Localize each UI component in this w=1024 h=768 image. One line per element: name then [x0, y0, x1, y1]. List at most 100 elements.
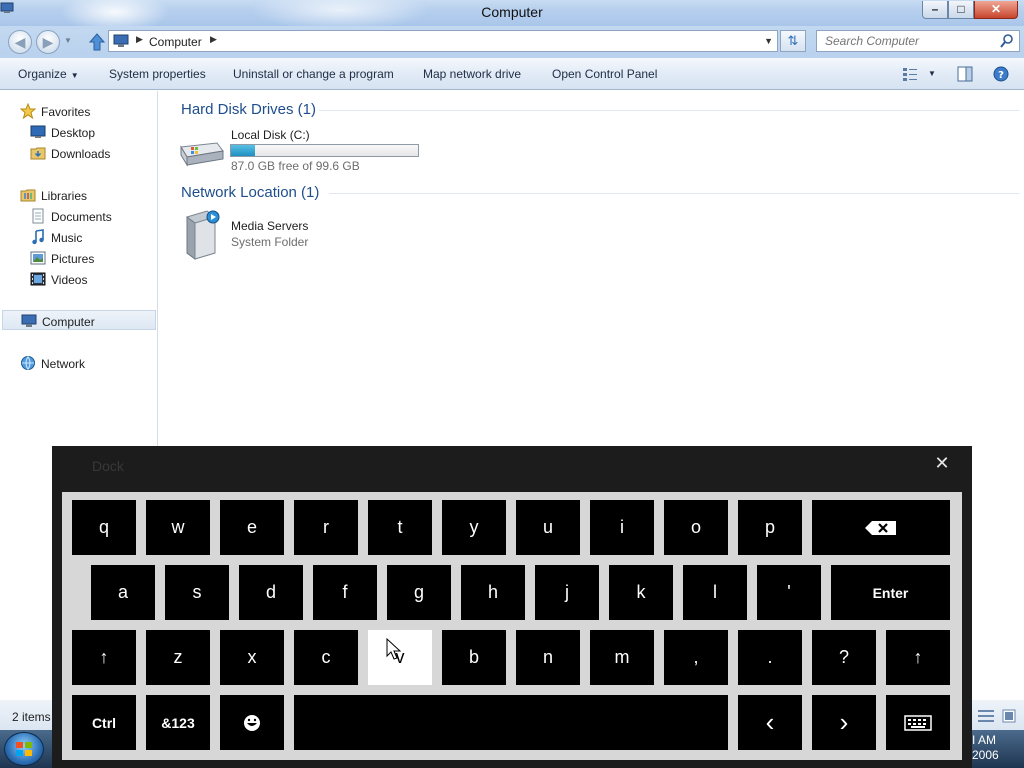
sidebar-item-favorites[interactable]: Favorites [0, 101, 157, 121]
key-z[interactable]: z [146, 630, 210, 685]
breadcrumb-separator-icon[interactable]: ▶ [210, 34, 217, 45]
large-icons-view-icon[interactable] [1002, 709, 1016, 723]
right-arrow-key[interactable]: › [812, 695, 876, 750]
breadcrumb-computer[interactable]: Computer [149, 35, 202, 49]
key-k[interactable]: k [609, 565, 673, 620]
videos-icon [30, 272, 46, 286]
system-properties-button[interactable]: System properties [109, 67, 206, 81]
preview-pane-icon[interactable] [957, 66, 973, 82]
media-servers-label[interactable]: Media Servers [231, 219, 308, 233]
ctrl-key[interactable]: Ctrl [72, 695, 136, 750]
space-bar[interactable] [294, 695, 728, 750]
right-shift-key[interactable]: ↑ [886, 630, 950, 685]
uninstall-program-button[interactable]: Uninstall or change a program [233, 67, 394, 81]
key-question[interactable]: ? [812, 630, 876, 685]
address-dropdown-icon[interactable]: ▼ [764, 36, 773, 46]
key-y[interactable]: y [442, 500, 506, 555]
search-icon[interactable] [999, 33, 1015, 49]
windows-logo-icon [16, 742, 32, 756]
sidebar-item-label: Libraries [41, 189, 88, 203]
key-l[interactable]: l [683, 565, 747, 620]
key-a[interactable]: a [91, 565, 155, 620]
address-field[interactable]: ▶ Computer ▶ ▼ [108, 30, 778, 52]
key-w[interactable]: w [146, 500, 210, 555]
key-d[interactable]: d [239, 565, 303, 620]
key-m[interactable]: m [590, 630, 654, 685]
details-view-icon[interactable] [978, 709, 994, 723]
key-n[interactable]: n [516, 630, 580, 685]
sidebar-item-videos[interactable]: Videos [0, 269, 157, 289]
keyboard-close-icon[interactable]: ✕ [933, 454, 951, 472]
sidebar-item-downloads[interactable]: Downloads [0, 143, 157, 163]
sidebar-item-network[interactable]: Network [0, 353, 157, 373]
key-j[interactable]: j [535, 565, 599, 620]
sidebar-item-documents[interactable]: Documents [0, 206, 157, 226]
sidebar-item-music[interactable]: Music [0, 227, 157, 247]
breadcrumb-separator-icon[interactable]: ▶ [136, 34, 143, 45]
up-arrow-icon[interactable] [88, 32, 106, 52]
recent-pages-dropdown[interactable]: ▼ [64, 36, 72, 45]
start-button[interactable] [4, 732, 44, 766]
sidebar-item-pictures[interactable]: Pictures [0, 248, 157, 268]
computer-icon [113, 34, 129, 47]
keyboard-keys: q w e r t y u i o p a s d f g h j k l ' … [62, 492, 962, 760]
svg-text:?: ? [998, 70, 1004, 81]
symbols-key[interactable]: &123 [146, 695, 210, 750]
enter-key[interactable]: Enter [831, 565, 950, 620]
local-disk-label[interactable]: Local Disk (C:) [231, 128, 310, 142]
sidebar-item-desktop[interactable]: Desktop [0, 122, 157, 142]
change-view-icon[interactable] [902, 66, 918, 82]
downloads-folder-icon [30, 147, 46, 160]
organize-menu[interactable]: Organize ▼ [18, 67, 79, 81]
close-button[interactable]: ✕ [974, 1, 1018, 19]
group-header-hard-disk-drives[interactable]: Hard Disk Drives (1) [181, 101, 316, 118]
key-t[interactable]: t [368, 500, 432, 555]
search-input[interactable] [817, 31, 997, 51]
sidebar-item-label: Computer [42, 315, 95, 329]
refresh-button[interactable]: ⇅ [780, 30, 806, 52]
backspace-key[interactable] [812, 500, 950, 555]
media-servers-type: System Folder [231, 235, 309, 249]
key-r[interactable]: r [294, 500, 358, 555]
key-p[interactable]: p [738, 500, 802, 555]
key-i[interactable]: i [590, 500, 654, 555]
left-arrow-key[interactable]: ‹ [738, 695, 802, 750]
music-icon [32, 229, 44, 245]
back-button[interactable]: ◀ [8, 30, 32, 54]
left-shift-key[interactable]: ↑ [72, 630, 136, 685]
key-s[interactable]: s [165, 565, 229, 620]
open-control-panel-button[interactable]: Open Control Panel [552, 67, 657, 81]
key-comma[interactable]: , [664, 630, 728, 685]
view-options-chevron-down-icon[interactable]: ▼ [928, 69, 936, 78]
sidebar-item-libraries[interactable]: Libraries [0, 185, 157, 205]
sidebar-item-label: Favorites [41, 105, 91, 119]
keyboard-layout-key[interactable] [886, 695, 950, 750]
tray-clock[interactable]: I AM 2006 [972, 733, 999, 763]
dock-button[interactable]: Dock [92, 458, 124, 474]
key-e[interactable]: e [220, 500, 284, 555]
map-network-drive-button[interactable]: Map network drive [423, 67, 521, 81]
emoji-key[interactable] [220, 695, 284, 750]
command-bar: Organize ▼ System properties Uninstall or… [0, 58, 1024, 90]
key-c[interactable]: c [294, 630, 358, 685]
disk-usage-fill [231, 145, 255, 156]
shift-arrow-icon: ↑ [99, 647, 109, 667]
forward-button[interactable]: ▶ [36, 30, 60, 54]
help-icon[interactable]: ? [993, 66, 1009, 82]
search-box[interactable] [816, 30, 1020, 52]
key-h[interactable]: h [461, 565, 525, 620]
group-header-network-location[interactable]: Network Location (1) [181, 184, 319, 201]
key-o[interactable]: o [664, 500, 728, 555]
key-apostrophe[interactable]: ' [757, 565, 821, 620]
minimize-button[interactable]: – [922, 1, 948, 19]
sidebar-item-computer[interactable]: Computer [2, 310, 156, 330]
key-x[interactable]: x [220, 630, 284, 685]
maximize-button[interactable]: □ [948, 1, 974, 19]
key-b[interactable]: b [442, 630, 506, 685]
key-q[interactable]: q [72, 500, 136, 555]
chevron-down-icon: ▼ [70, 71, 79, 80]
key-u[interactable]: u [516, 500, 580, 555]
key-period[interactable]: . [738, 630, 802, 685]
key-g[interactable]: g [387, 565, 451, 620]
key-f[interactable]: f [313, 565, 377, 620]
